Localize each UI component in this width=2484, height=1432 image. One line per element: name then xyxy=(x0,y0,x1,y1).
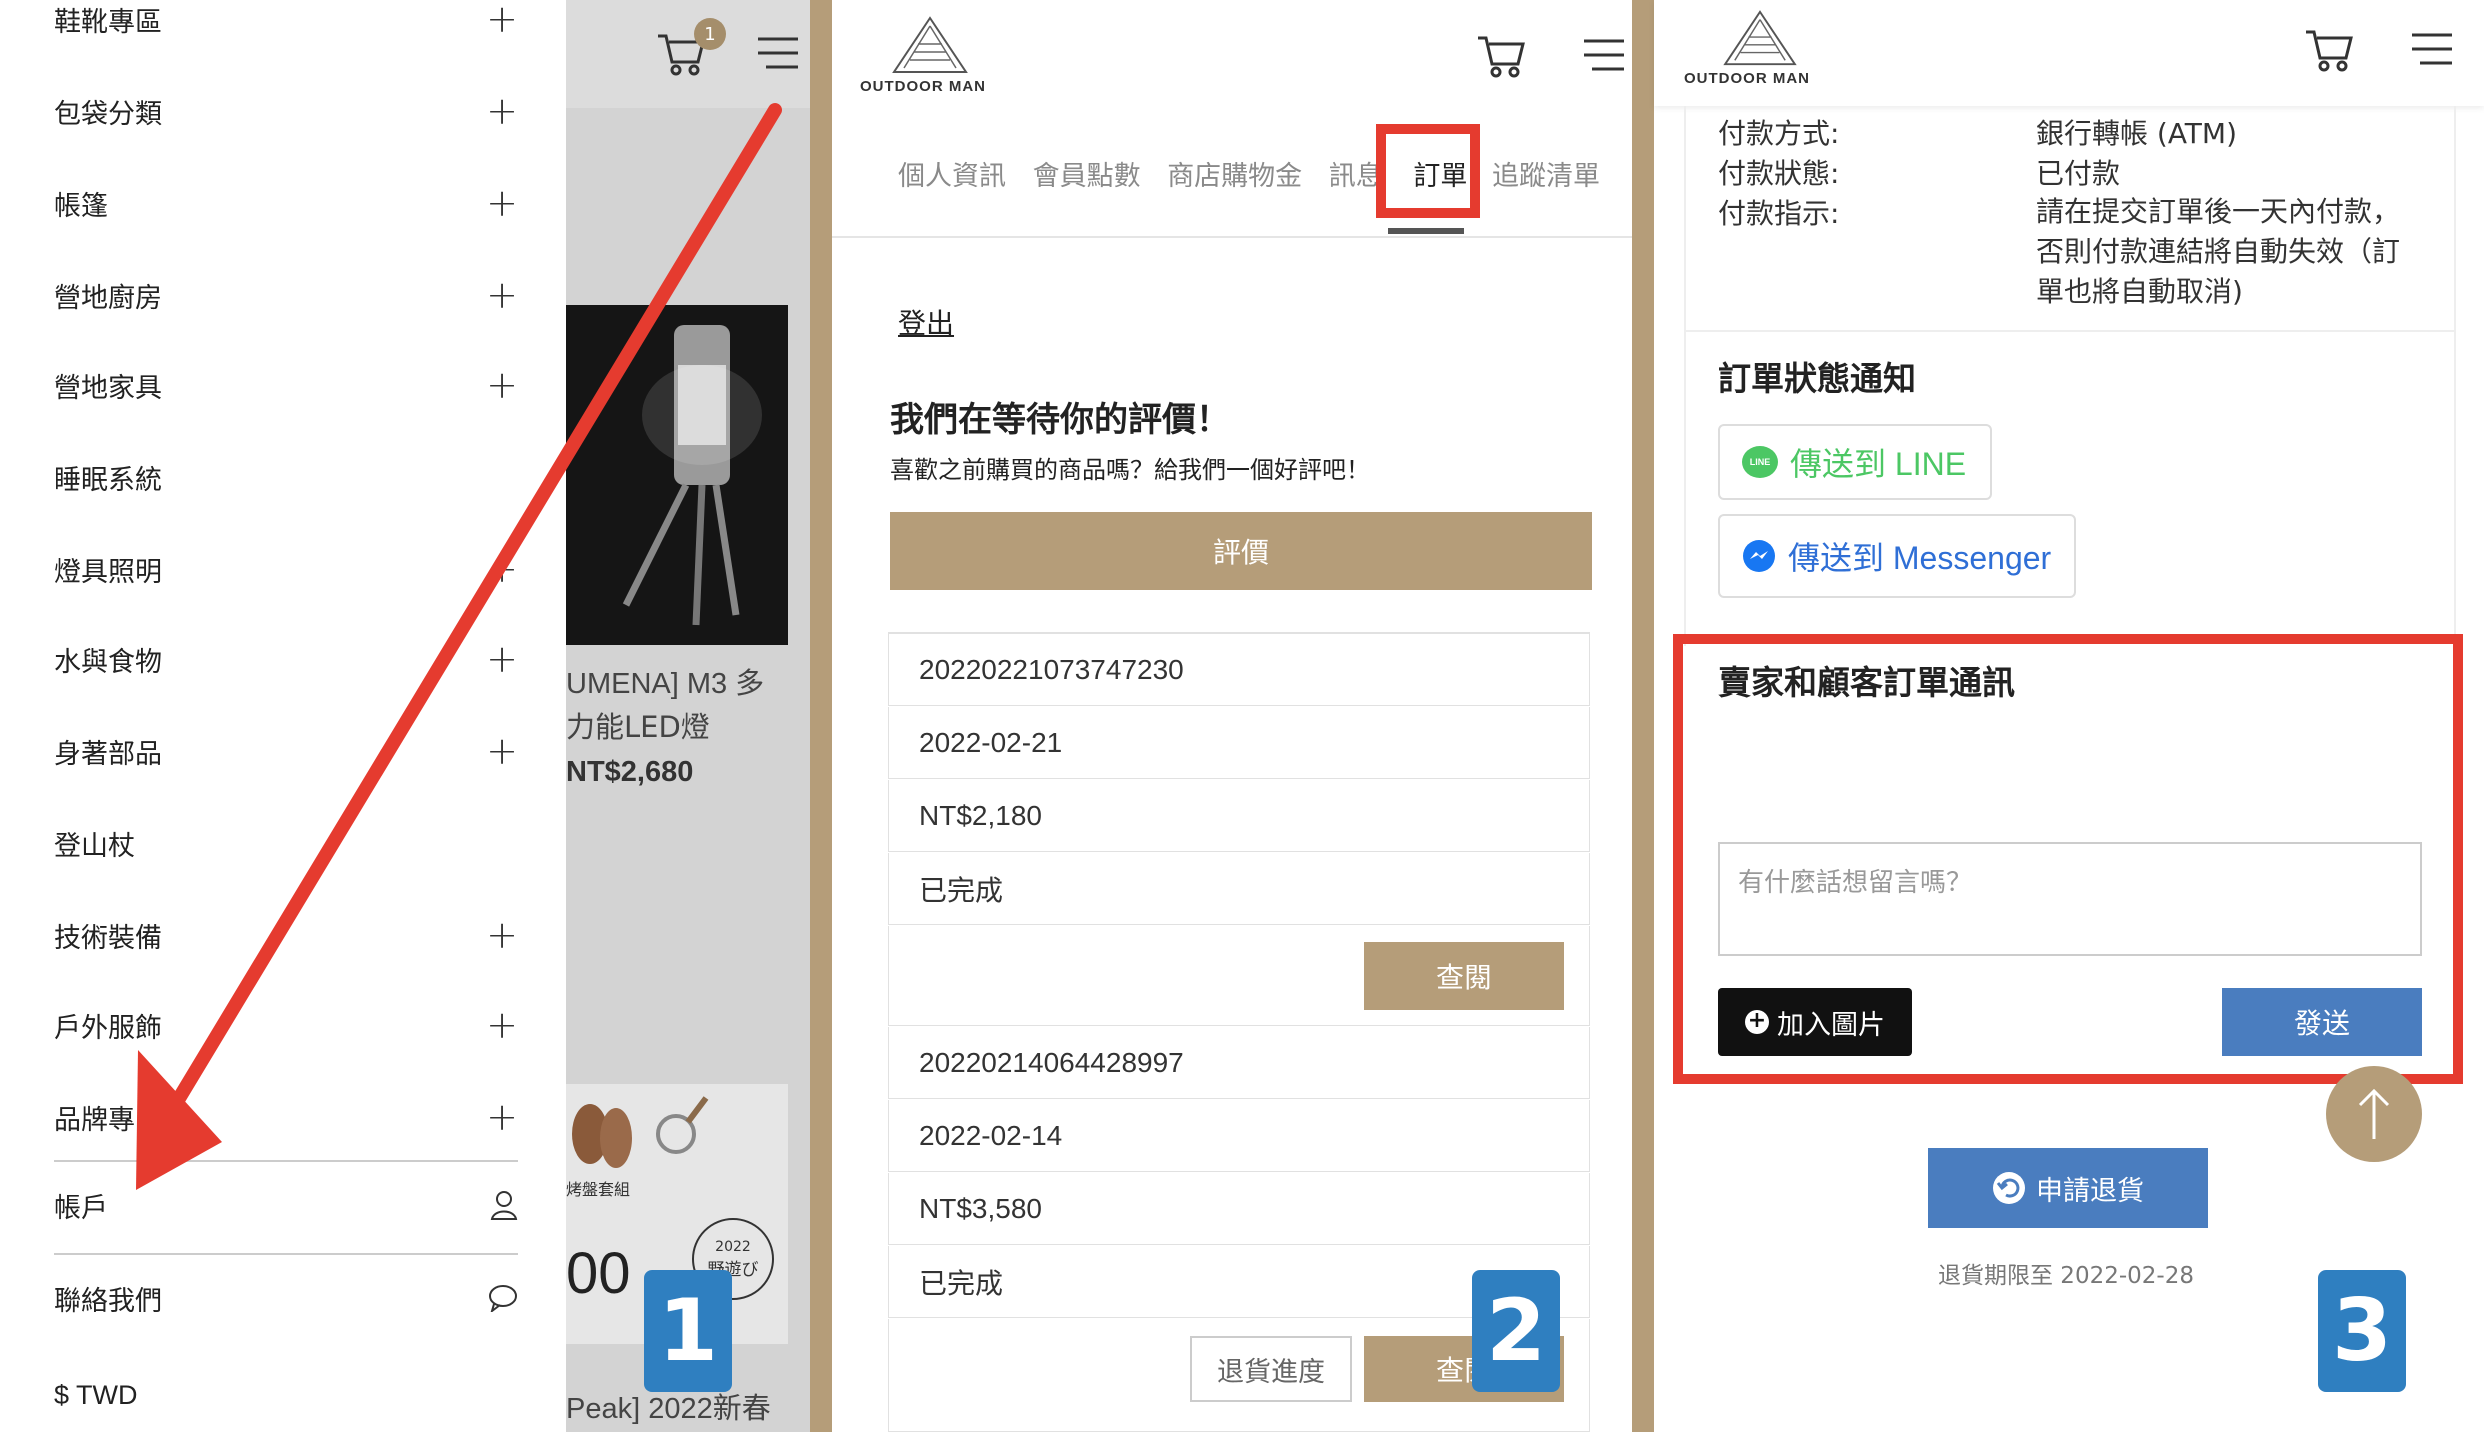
instruction-line: 否則付款連結將自動失效（訂 xyxy=(2036,235,2401,268)
tab-messages[interactable]: 訊息 xyxy=(1329,161,1383,192)
back-to-top-button[interactable] xyxy=(2326,1066,2422,1162)
notify-title: 訂單狀態通知 xyxy=(1718,359,1916,398)
chat-title: 賣家和顧客訂單通訊 xyxy=(1718,663,2015,702)
step-number-badge-2: 2 xyxy=(1472,1270,1560,1392)
line-icon: LINE xyxy=(1742,446,1778,478)
view-order-button[interactable]: 查閱 xyxy=(1364,942,1564,1010)
return-progress-button[interactable]: 退貨進度 xyxy=(1190,1336,1352,1402)
order-number: 20220214064428997 xyxy=(888,1027,1590,1099)
arrow-up-icon xyxy=(2358,1088,2390,1139)
brand-name: OUTDOOR MAN xyxy=(860,78,986,95)
cart-icon[interactable] xyxy=(2304,26,2354,74)
hamburger-menu-icon[interactable] xyxy=(2412,32,2452,66)
payment-method-label: 付款方式: xyxy=(1718,117,1840,150)
order-status: 已完成 xyxy=(888,853,1590,925)
step-number-badge-3: 3 xyxy=(2318,1270,2406,1392)
order-total: NT$3,580 xyxy=(888,1173,1590,1245)
tab-points[interactable]: 會員點數 xyxy=(1033,161,1141,192)
chat-message-input[interactable]: 有什麼話想留言嗎？ xyxy=(1718,842,2422,956)
tabs-border xyxy=(832,236,1632,238)
mountain-logo-icon xyxy=(1723,10,1797,66)
instruction-line: 請在提交訂單後一天內付款， xyxy=(2036,195,2401,228)
step-number-badge-1: 1 xyxy=(644,1270,732,1392)
add-image-label: 加入圖片 xyxy=(1777,1009,1885,1041)
payment-method-value: 銀行轉帳 (ATM) xyxy=(2036,117,2237,150)
review-subtitle: 喜歡之前購買的商品嗎？給我們一個好評吧！ xyxy=(890,456,1370,484)
brand-logo[interactable]: OUTDOOR MAN xyxy=(860,14,1020,95)
payment-status-label: 付款狀態: xyxy=(1718,157,1840,190)
payment-instruction-value: 請在提交訂單後一天內付款， 否則付款連結將自動失效（訂 單也將自動取消) xyxy=(2036,192,2400,312)
line-button-label: 傳送到 LINE xyxy=(1790,446,1967,482)
return-icon xyxy=(1993,1172,2025,1204)
tab-wishlist[interactable]: 追蹤清單 xyxy=(1492,161,1600,192)
brand-name: OUTDOOR MAN xyxy=(1684,70,1810,87)
panel-3-order-detail: OUTDOOR MAN 付款方式: 銀行轉帳 (ATM) 付款狀態: 已付款 付… xyxy=(1654,0,2484,1432)
plus-circle-icon: + xyxy=(1745,1010,1769,1034)
add-image-button[interactable]: + 加入圖片 xyxy=(1718,988,1912,1056)
annotation-highlight-orders-tab xyxy=(1376,124,1480,218)
payment-status-value: 已付款 xyxy=(2036,157,2121,190)
panel-2-account-orders: OUTDOOR MAN 個人資訊 會員點數 商店購物金 訊息 訂單 追蹤清單 登… xyxy=(832,0,1632,1432)
payment-instruction-label: 付款指示: xyxy=(1718,197,1840,230)
panel-1-navigation-menu: 1 UMENA] M3 多 力能LED燈 NT$2,680 烤盤套組 2022 … xyxy=(0,0,810,1432)
card-border-right xyxy=(2454,106,2456,646)
tab-store-credit[interactable]: 商店購物金 xyxy=(1167,161,1302,192)
brand-logo[interactable]: OUTDOOR MAN xyxy=(1684,8,1844,87)
order-date: 2022-02-14 xyxy=(888,1100,1590,1172)
apply-return-label: 申請退貨 xyxy=(2036,1175,2144,1207)
logout-link[interactable]: 登出 xyxy=(898,302,954,342)
order-total: NT$2,180 xyxy=(888,780,1590,852)
order-date: 2022-02-21 xyxy=(888,707,1590,779)
return-deadline: 退貨期限至 2022-02-28 xyxy=(1938,1263,2194,1289)
review-button[interactable]: 評價 xyxy=(890,512,1592,590)
apply-return-button[interactable]: 申請退貨 xyxy=(1928,1148,2208,1228)
send-button[interactable]: 發送 xyxy=(2222,988,2422,1056)
review-title: 我們在等待你的評價！ xyxy=(890,400,1230,440)
messenger-icon xyxy=(1743,540,1775,572)
card-border-left xyxy=(1684,106,1686,646)
panel-divider xyxy=(810,0,832,1432)
section-divider xyxy=(1684,330,2456,332)
instruction-line: 單也將自動取消) xyxy=(2036,275,2243,308)
account-tabs: 個人資訊 會員點數 商店購物金 訊息 訂單 追蹤清單 xyxy=(898,154,1600,193)
send-to-line-button[interactable]: LINE 傳送到 LINE xyxy=(1718,424,1992,500)
panel-divider xyxy=(1632,0,1654,1432)
annotation-arrow xyxy=(136,103,782,1190)
cart-icon[interactable] xyxy=(1476,32,1526,80)
active-tab-underline xyxy=(1388,228,1464,234)
mountain-logo-icon xyxy=(892,16,968,73)
send-to-messenger-button[interactable]: 傳送到 Messenger xyxy=(1718,514,2076,598)
hamburger-menu-icon[interactable] xyxy=(1584,38,1624,72)
order-number: 20220221073747230 xyxy=(888,634,1590,706)
tab-profile[interactable]: 個人資訊 xyxy=(898,161,1006,192)
messenger-button-label: 傳送到 Messenger xyxy=(1788,540,2052,576)
